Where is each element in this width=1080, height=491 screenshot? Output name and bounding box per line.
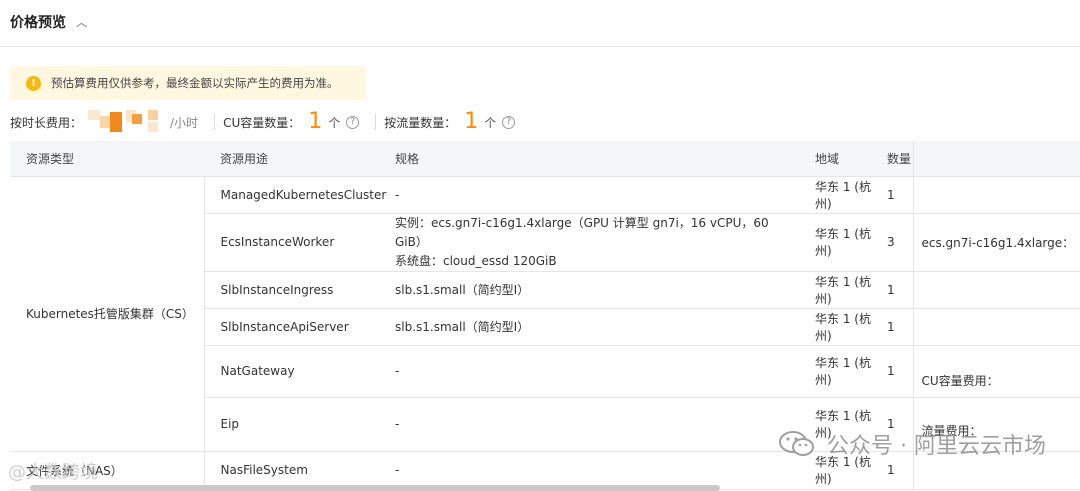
help-icon[interactable]: ?: [346, 115, 360, 129]
table-row: Kubernetes托管版集群（CS） ManagedKubernetesClu…: [10, 176, 1080, 452]
quantity-cell: 1: [887, 308, 913, 346]
hourly-fee-label: 按时长费用：: [10, 115, 83, 130]
spec-cell: slb.s1.small（简约型I）: [379, 271, 799, 309]
usage-cell: EcsInstanceWorker: [204, 213, 379, 272]
price-preview-header[interactable]: 价格预览 ︿: [10, 12, 87, 32]
notice-text: 预估算费用仅供参考，最终金额以实际产生的费用为准。: [51, 76, 339, 90]
divider: [0, 46, 1080, 47]
usage-cell: NatGateway: [204, 345, 379, 398]
traffic-count-label: 按流量数量：: [384, 115, 457, 130]
spec-cell: -: [379, 176, 799, 214]
hourly-unit: /小时: [170, 115, 199, 130]
spec-cell: 实例：ecs.gn7i-c16g1.4xlarge（GPU 计算型 gn7i，1…: [379, 213, 799, 272]
price-mosaic: [88, 110, 166, 134]
region-cell: 华东 1 (杭州): [799, 213, 887, 272]
separator: [375, 114, 377, 130]
quantity-cell: 1: [887, 271, 913, 309]
usage-cell: SlbInstanceIngress: [204, 271, 379, 309]
table-header-row: 资源类型 资源用途 规格 地域 数量: [10, 141, 1080, 177]
spec-cell: -: [379, 397, 799, 452]
header-region: 地域: [799, 141, 887, 177]
watermark-text: 公众号 · 阿里云云市场: [827, 434, 1046, 459]
usage-cell: NasFileSystem: [204, 451, 379, 490]
resource-type-cell: Kubernetes托管版集群（CS）: [10, 176, 205, 452]
fee-detail-cell: [912, 176, 1080, 214]
wechat-watermark: 公众号 · 阿里云云市场: [779, 428, 1046, 460]
region-cell: 华东 1 (杭州): [799, 271, 887, 309]
section-title: 价格预览: [10, 15, 66, 31]
fee-detail-cell: [912, 271, 1080, 309]
corner-watermark: @大数跨境: [8, 462, 98, 483]
usage-cell: Eip: [204, 397, 379, 452]
cu-count-unit: 个: [328, 115, 341, 130]
spec-system-disk: 系统盘：cloud_essd 120GiB: [395, 253, 557, 268]
quantity-cell: 3: [887, 213, 913, 272]
region-cell: 华东 1 (杭州): [799, 345, 887, 398]
header-resource-type: 资源类型: [10, 141, 204, 177]
notice-banner: ! 预估算费用仅供参考，最终金额以实际产生的费用为准。: [10, 66, 366, 100]
spec-cell: -: [379, 451, 799, 490]
help-icon[interactable]: ?: [502, 115, 516, 129]
traffic-count-value: 1: [464, 109, 479, 134]
header-resource-usage: 资源用途: [204, 141, 379, 177]
fee-summary: 按时长费用： /小时 CU容量数量： 1 个 ? 按流量数量： 1 个 ?: [10, 104, 523, 140]
quantity-cell: 1: [887, 345, 913, 398]
separator: [214, 114, 216, 130]
spec-cell: slb.s1.small（简约型I）: [379, 308, 799, 346]
cu-count-value: 1: [308, 109, 323, 134]
instance-fee-label: ecs.gn7i-c16g1.4xlarge：: [912, 213, 1080, 272]
usage-cell: ManagedKubernetesCluster: [204, 176, 386, 214]
horizontal-scrollbar[interactable]: [30, 485, 720, 491]
chevron-up-icon[interactable]: ︿: [76, 14, 87, 30]
spec-instance: 实例：ecs.gn7i-c16g1.4xlarge（GPU 计算型 gn7i，1…: [395, 215, 769, 249]
region-cell: 华东 1 (杭州): [799, 308, 887, 346]
cu-count-label: CU容量数量：: [223, 115, 301, 130]
header-fee-detail: [912, 141, 1080, 177]
spec-cell: -: [379, 345, 799, 398]
wechat-icon: [779, 431, 815, 456]
cu-fee-label: CU容量费用：: [912, 345, 1080, 398]
quantity-cell: 1: [887, 176, 913, 214]
header-spec: 规格: [379, 141, 799, 177]
fee-detail-cell: [912, 308, 1080, 346]
info-icon: !: [26, 75, 41, 91]
traffic-count-unit: 个: [484, 115, 497, 130]
region-cell: 华东 1 (杭州): [799, 176, 887, 214]
header-quantity: 数量: [887, 141, 913, 177]
usage-cell: SlbInstanceApiServer: [204, 308, 379, 346]
